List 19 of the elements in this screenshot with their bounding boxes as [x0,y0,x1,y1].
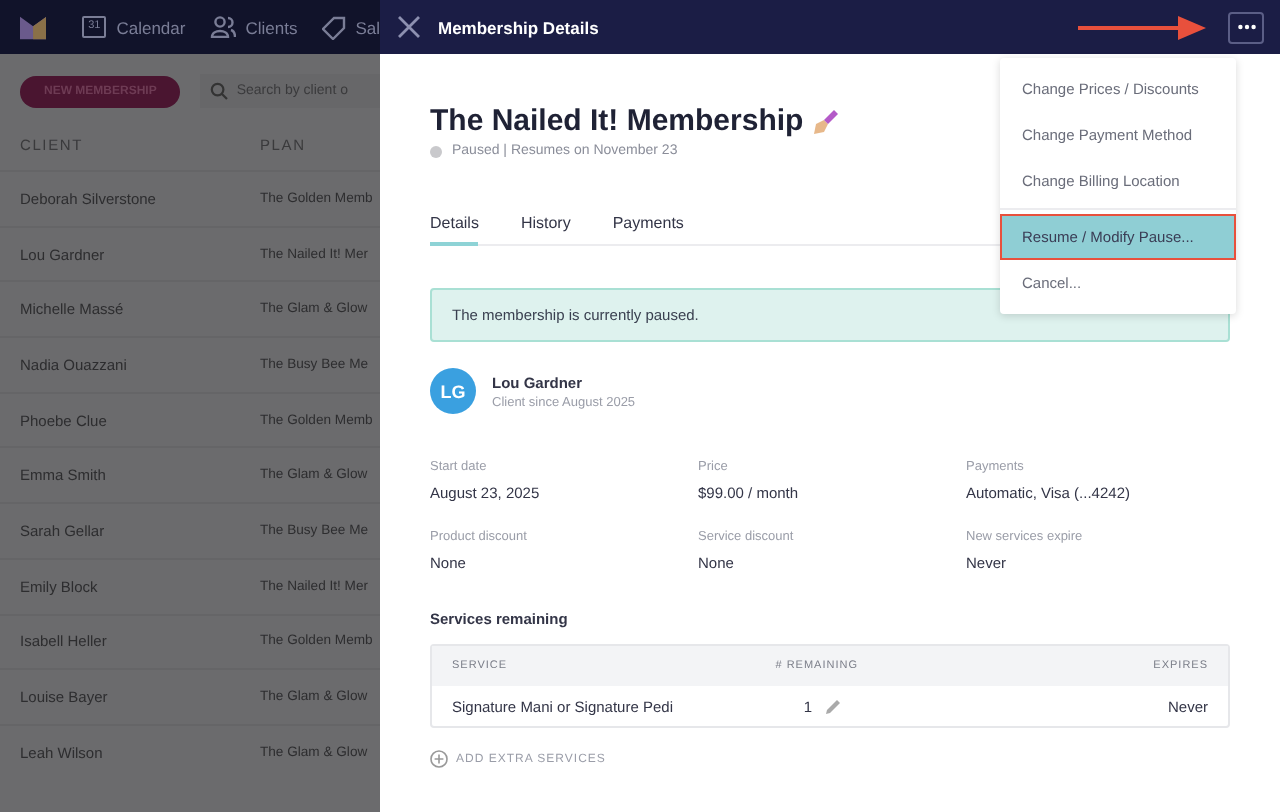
tag-icon [321,15,346,39]
nail-polish-icon [811,107,840,135]
tab[interactable]: History [520,206,571,246]
close-icon[interactable] [398,16,420,38]
nav-link[interactable]: Sal [321,15,380,39]
membership-title: The Nailed It! Membership [430,104,804,138]
search-icon [210,82,229,100]
avatar: LG [430,368,476,414]
status-dot [430,145,442,157]
more-button[interactable] [1228,11,1264,43]
logo-icon[interactable] [20,15,47,39]
more-icon [1237,24,1255,30]
tab[interactable]: Payments [612,206,684,246]
plus-circle-icon [430,750,448,768]
nav-link[interactable]: Clients [209,16,298,38]
tab[interactable]: Details [430,206,479,246]
arrow-drawing [1078,15,1206,39]
drawer-title: Membership Details [438,17,599,37]
people-icon [209,16,236,38]
